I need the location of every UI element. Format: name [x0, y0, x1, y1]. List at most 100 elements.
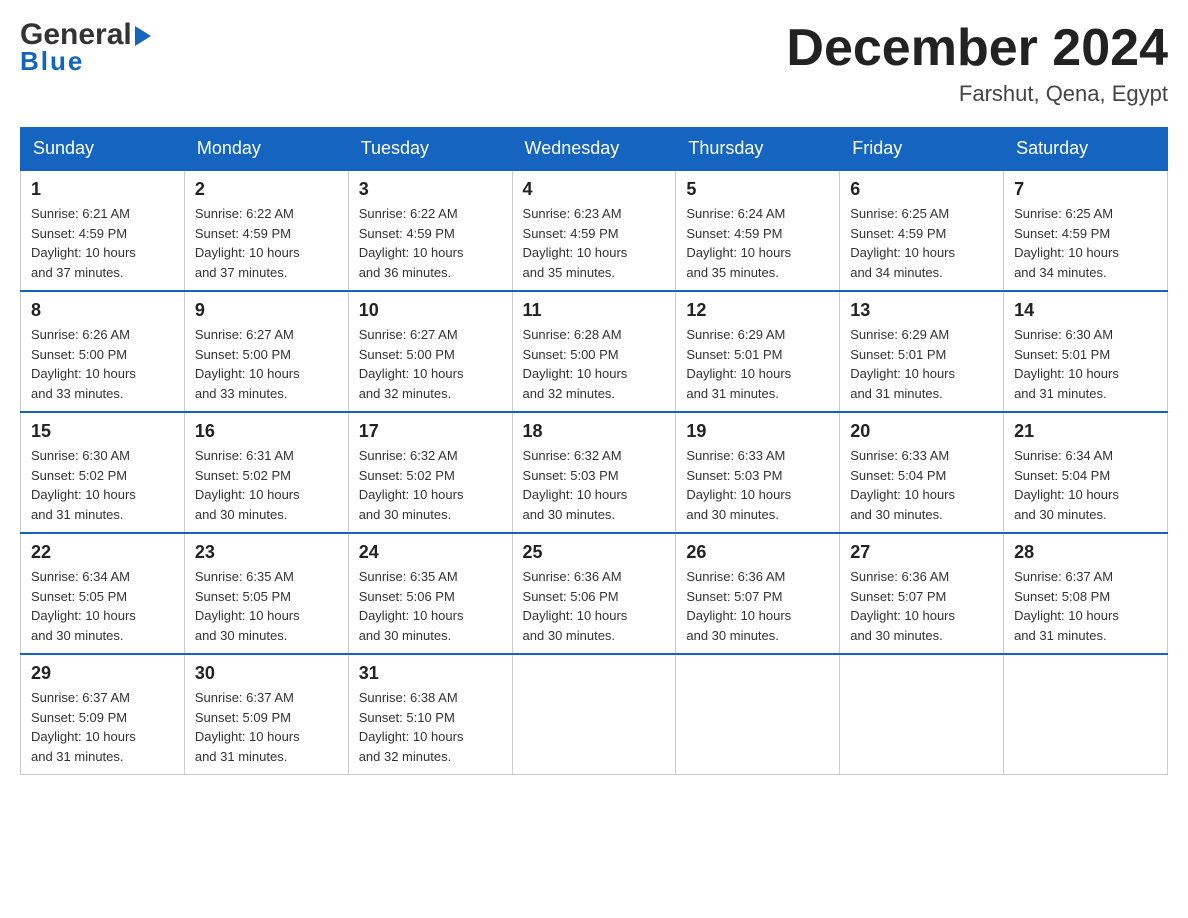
calendar-cell: 19 Sunrise: 6:33 AMSunset: 5:03 PMDaylig… [676, 412, 840, 533]
logo-arrow-icon [135, 26, 151, 46]
day-number: 27 [850, 542, 993, 563]
day-info: Sunrise: 6:38 AMSunset: 5:10 PMDaylight:… [359, 688, 502, 766]
header-saturday: Saturday [1004, 128, 1168, 171]
day-number: 13 [850, 300, 993, 321]
day-number: 22 [31, 542, 174, 563]
day-number: 16 [195, 421, 338, 442]
header-sunday: Sunday [21, 128, 185, 171]
day-info: Sunrise: 6:32 AMSunset: 5:02 PMDaylight:… [359, 446, 502, 524]
logo: General Blue [20, 20, 151, 77]
logo-blue: Blue [20, 46, 84, 77]
calendar-cell: 21 Sunrise: 6:34 AMSunset: 5:04 PMDaylig… [1004, 412, 1168, 533]
day-number: 6 [850, 179, 993, 200]
day-info: Sunrise: 6:28 AMSunset: 5:00 PMDaylight:… [523, 325, 666, 403]
calendar-cell: 7 Sunrise: 6:25 AMSunset: 4:59 PMDayligh… [1004, 170, 1168, 291]
header-wednesday: Wednesday [512, 128, 676, 171]
day-info: Sunrise: 6:24 AMSunset: 4:59 PMDaylight:… [686, 204, 829, 282]
day-number: 20 [850, 421, 993, 442]
calendar-cell: 30 Sunrise: 6:37 AMSunset: 5:09 PMDaylig… [184, 654, 348, 775]
calendar-cell: 23 Sunrise: 6:35 AMSunset: 5:05 PMDaylig… [184, 533, 348, 654]
day-info: Sunrise: 6:25 AMSunset: 4:59 PMDaylight:… [850, 204, 993, 282]
day-number: 10 [359, 300, 502, 321]
day-info: Sunrise: 6:21 AMSunset: 4:59 PMDaylight:… [31, 204, 174, 282]
day-number: 18 [523, 421, 666, 442]
title-section: December 2024 Farshut, Qena, Egypt [786, 20, 1168, 107]
day-info: Sunrise: 6:34 AMSunset: 5:05 PMDaylight:… [31, 567, 174, 645]
calendar-cell: 18 Sunrise: 6:32 AMSunset: 5:03 PMDaylig… [512, 412, 676, 533]
day-info: Sunrise: 6:32 AMSunset: 5:03 PMDaylight:… [523, 446, 666, 524]
calendar-cell: 29 Sunrise: 6:37 AMSunset: 5:09 PMDaylig… [21, 654, 185, 775]
day-info: Sunrise: 6:27 AMSunset: 5:00 PMDaylight:… [359, 325, 502, 403]
location-title: Farshut, Qena, Egypt [786, 81, 1168, 107]
day-number: 7 [1014, 179, 1157, 200]
header-thursday: Thursday [676, 128, 840, 171]
header-monday: Monday [184, 128, 348, 171]
day-info: Sunrise: 6:31 AMSunset: 5:02 PMDaylight:… [195, 446, 338, 524]
month-year-title: December 2024 [786, 20, 1168, 77]
day-number: 1 [31, 179, 174, 200]
calendar-cell: 10 Sunrise: 6:27 AMSunset: 5:00 PMDaylig… [348, 291, 512, 412]
day-number: 26 [686, 542, 829, 563]
calendar-cell: 12 Sunrise: 6:29 AMSunset: 5:01 PMDaylig… [676, 291, 840, 412]
calendar-cell: 11 Sunrise: 6:28 AMSunset: 5:00 PMDaylig… [512, 291, 676, 412]
day-number: 28 [1014, 542, 1157, 563]
day-info: Sunrise: 6:22 AMSunset: 4:59 PMDaylight:… [359, 204, 502, 282]
day-number: 12 [686, 300, 829, 321]
calendar-cell [840, 654, 1004, 775]
day-number: 30 [195, 663, 338, 684]
calendar-cell: 17 Sunrise: 6:32 AMSunset: 5:02 PMDaylig… [348, 412, 512, 533]
day-info: Sunrise: 6:34 AMSunset: 5:04 PMDaylight:… [1014, 446, 1157, 524]
calendar-cell: 27 Sunrise: 6:36 AMSunset: 5:07 PMDaylig… [840, 533, 1004, 654]
calendar-cell [676, 654, 840, 775]
day-number: 5 [686, 179, 829, 200]
day-number: 3 [359, 179, 502, 200]
day-number: 8 [31, 300, 174, 321]
day-info: Sunrise: 6:33 AMSunset: 5:04 PMDaylight:… [850, 446, 993, 524]
day-number: 11 [523, 300, 666, 321]
header-friday: Friday [840, 128, 1004, 171]
calendar-cell: 9 Sunrise: 6:27 AMSunset: 5:00 PMDayligh… [184, 291, 348, 412]
day-number: 21 [1014, 421, 1157, 442]
day-number: 29 [31, 663, 174, 684]
page-header: General Blue December 2024 Farshut, Qena… [20, 20, 1168, 107]
calendar-cell: 22 Sunrise: 6:34 AMSunset: 5:05 PMDaylig… [21, 533, 185, 654]
calendar-cell: 2 Sunrise: 6:22 AMSunset: 4:59 PMDayligh… [184, 170, 348, 291]
calendar-cell: 4 Sunrise: 6:23 AMSunset: 4:59 PMDayligh… [512, 170, 676, 291]
day-number: 14 [1014, 300, 1157, 321]
day-number: 9 [195, 300, 338, 321]
day-info: Sunrise: 6:37 AMSunset: 5:08 PMDaylight:… [1014, 567, 1157, 645]
day-number: 25 [523, 542, 666, 563]
calendar-cell: 24 Sunrise: 6:35 AMSunset: 5:06 PMDaylig… [348, 533, 512, 654]
calendar-cell: 26 Sunrise: 6:36 AMSunset: 5:07 PMDaylig… [676, 533, 840, 654]
day-info: Sunrise: 6:36 AMSunset: 5:07 PMDaylight:… [850, 567, 993, 645]
calendar-week-row: 1 Sunrise: 6:21 AMSunset: 4:59 PMDayligh… [21, 170, 1168, 291]
calendar-cell: 8 Sunrise: 6:26 AMSunset: 5:00 PMDayligh… [21, 291, 185, 412]
day-info: Sunrise: 6:33 AMSunset: 5:03 PMDaylight:… [686, 446, 829, 524]
day-info: Sunrise: 6:25 AMSunset: 4:59 PMDaylight:… [1014, 204, 1157, 282]
day-number: 24 [359, 542, 502, 563]
calendar-cell: 6 Sunrise: 6:25 AMSunset: 4:59 PMDayligh… [840, 170, 1004, 291]
calendar-cell: 25 Sunrise: 6:36 AMSunset: 5:06 PMDaylig… [512, 533, 676, 654]
header-tuesday: Tuesday [348, 128, 512, 171]
calendar-cell: 5 Sunrise: 6:24 AMSunset: 4:59 PMDayligh… [676, 170, 840, 291]
calendar-cell [1004, 654, 1168, 775]
day-info: Sunrise: 6:26 AMSunset: 5:00 PMDaylight:… [31, 325, 174, 403]
calendar-cell: 3 Sunrise: 6:22 AMSunset: 4:59 PMDayligh… [348, 170, 512, 291]
day-info: Sunrise: 6:29 AMSunset: 5:01 PMDaylight:… [850, 325, 993, 403]
day-info: Sunrise: 6:22 AMSunset: 4:59 PMDaylight:… [195, 204, 338, 282]
day-info: Sunrise: 6:30 AMSunset: 5:02 PMDaylight:… [31, 446, 174, 524]
day-info: Sunrise: 6:35 AMSunset: 5:05 PMDaylight:… [195, 567, 338, 645]
day-number: 2 [195, 179, 338, 200]
day-info: Sunrise: 6:36 AMSunset: 5:07 PMDaylight:… [686, 567, 829, 645]
calendar-cell: 20 Sunrise: 6:33 AMSunset: 5:04 PMDaylig… [840, 412, 1004, 533]
day-number: 15 [31, 421, 174, 442]
day-number: 23 [195, 542, 338, 563]
calendar-cell [512, 654, 676, 775]
calendar-cell: 1 Sunrise: 6:21 AMSunset: 4:59 PMDayligh… [21, 170, 185, 291]
calendar-week-row: 29 Sunrise: 6:37 AMSunset: 5:09 PMDaylig… [21, 654, 1168, 775]
day-number: 19 [686, 421, 829, 442]
calendar-cell: 14 Sunrise: 6:30 AMSunset: 5:01 PMDaylig… [1004, 291, 1168, 412]
day-info: Sunrise: 6:36 AMSunset: 5:06 PMDaylight:… [523, 567, 666, 645]
calendar-week-row: 15 Sunrise: 6:30 AMSunset: 5:02 PMDaylig… [21, 412, 1168, 533]
calendar-week-row: 8 Sunrise: 6:26 AMSunset: 5:00 PMDayligh… [21, 291, 1168, 412]
